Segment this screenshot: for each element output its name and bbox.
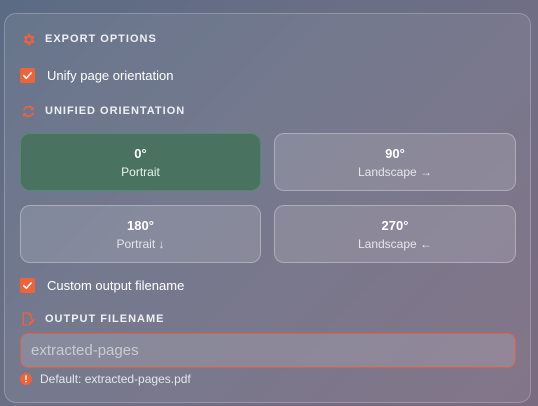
edit-file-icon [20,311,36,327]
custom-filename-checkbox[interactable] [20,278,35,293]
default-filename-text: Default: extracted-pages.pdf [40,372,191,386]
info-icon [20,373,32,385]
rotate-icon [20,103,36,119]
output-filename-title: OUTPUT FILENAME [45,313,165,325]
unify-orientation-label: Unify page orientation [47,68,174,83]
output-filename-header: OUTPUT FILENAME [20,311,165,327]
checkmark-icon [23,72,32,80]
checkmark-icon [23,282,32,290]
orientation-label: Landscape → [357,164,433,179]
output-filename-input[interactable] [21,334,515,367]
output-filename-field[interactable] [20,333,516,368]
export-options-header: EXPORT OPTIONS [20,31,157,47]
orientation-degrees: 270° [381,217,409,233]
gear-icon [20,31,36,47]
orientation-option-0[interactable]: 0° Portrait [20,133,261,191]
custom-filename-toggle[interactable]: Custom output filename [20,278,184,293]
unify-orientation-toggle[interactable]: Unify page orientation [20,68,173,83]
orientation-option-180[interactable]: 180° Portrait ↓ [20,205,261,263]
export-options-title: EXPORT OPTIONS [45,33,157,45]
orientation-degrees: 180° [127,217,154,233]
unify-orientation-checkbox[interactable] [20,68,35,83]
custom-filename-label: Custom output filename [47,278,185,293]
unified-orientation-header: UNIFIED ORIENTATION [20,103,185,119]
orientation-label: Portrait [121,164,160,179]
orientation-degrees: 90° [385,145,405,161]
orientation-label: Landscape ← [357,236,433,251]
default-filename-hint: Default: extracted-pages.pdf [20,372,191,386]
orientation-degrees: 0° [134,145,147,161]
orientation-option-270[interactable]: 270° Landscape ← [274,205,516,263]
unified-orientation-title: UNIFIED ORIENTATION [45,105,186,117]
orientation-label: Portrait ↓ [116,236,165,251]
orientation-option-90[interactable]: 90° Landscape → [274,133,516,191]
